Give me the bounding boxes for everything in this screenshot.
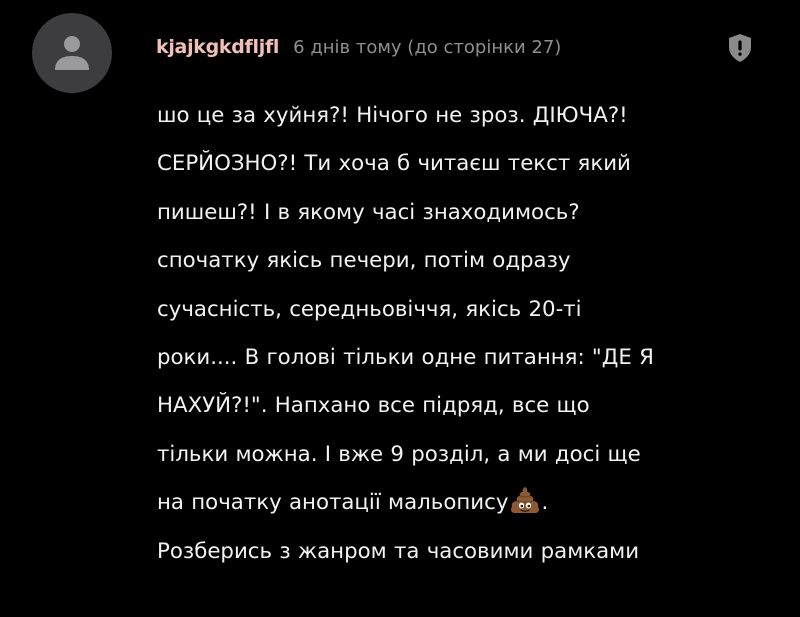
comment-line: роки.... В голові тільки одне питання: "… (157, 345, 654, 371)
comment-body: шо це за хуйня?! Нічого не зроз. ДІЮЧА?!… (157, 92, 767, 576)
comment-line: спочатку якісь печери, потім одразу (157, 248, 571, 274)
comment: kjajkgkdfljfl 6 днів тому (до сторінки 2… (0, 0, 800, 617)
comment-line: пишеш?! І в якому часі знаходимось? (157, 199, 580, 225)
comment-timestamp[interactable]: 6 днів тому (до сторінки 27) (293, 37, 561, 58)
avatar[interactable] (32, 13, 112, 93)
comment-line: шо це за хуйня?! Нічого не зроз. ДІЮЧА?! (157, 103, 628, 128)
comment-line: тільки можна. І вже 9 розділ, а ми досі … (157, 441, 641, 467)
user-silhouette-icon (55, 36, 89, 70)
comment-meta: kjajkgkdfljfl 6 днів тому (до сторінки 2… (156, 32, 561, 62)
comment-line-suffix: . (541, 490, 549, 516)
shield-alert-icon (729, 34, 751, 62)
comment-line: Розберись з жанром та часовими рамками (157, 538, 640, 564)
comment-line: сучасність, середньовіччя, якісь 20-ті (157, 296, 582, 322)
comment-line: СЕРЙОЗНО?! Ти хоча б читаєш текст який (157, 151, 631, 177)
pile-of-poo-emoji (509, 484, 541, 516)
report-button[interactable] (727, 33, 753, 63)
author-username[interactable]: kjajkgkdfljfl (156, 36, 279, 58)
comment-line: НАХУЙ?!". Напхано все підряд, все що (157, 393, 590, 419)
comment-line-text: на початку анотації мальопису (157, 490, 509, 516)
comment-line-with-emoji: на початку анотації мальопису . (157, 479, 767, 527)
